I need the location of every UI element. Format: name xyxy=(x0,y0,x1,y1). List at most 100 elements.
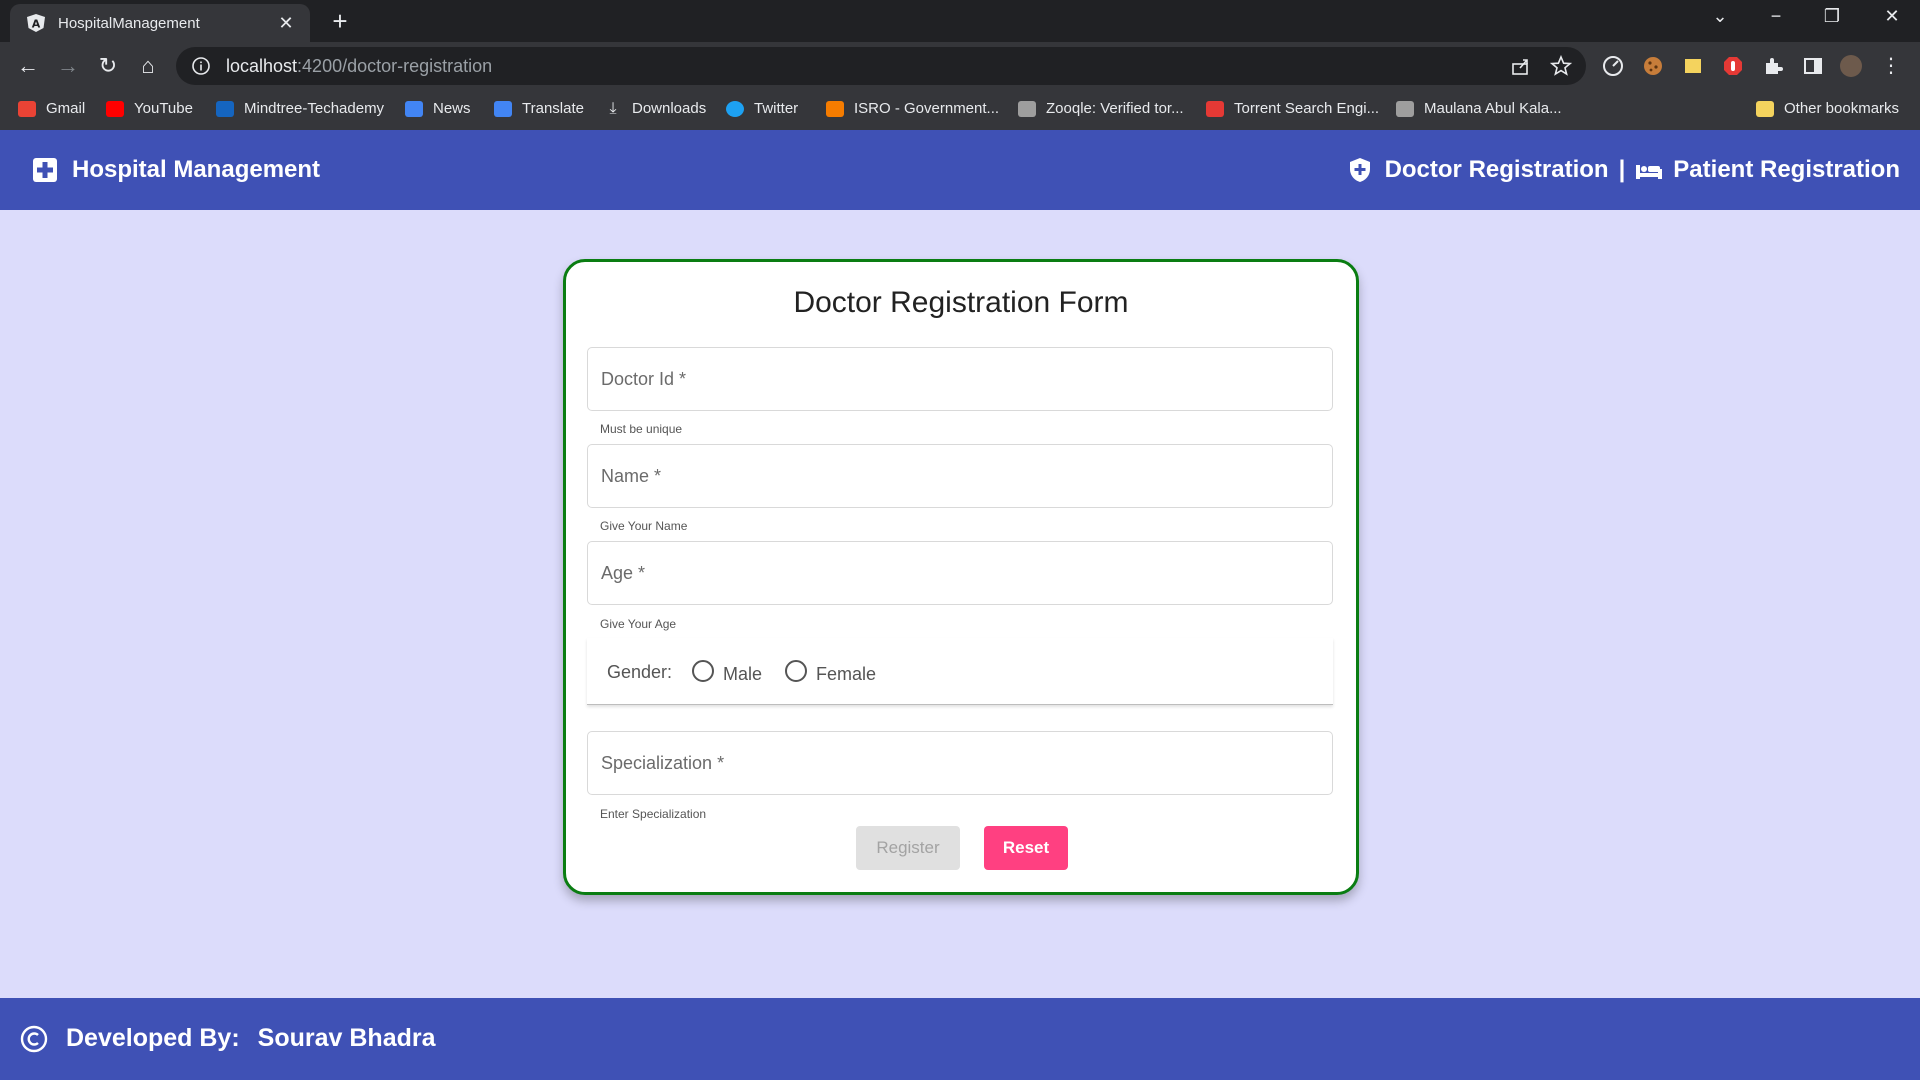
bookmark-label: Torrent Search Engi... xyxy=(1234,100,1380,117)
bookmark-label: ISRO - Government... xyxy=(854,100,1000,117)
browser-tab[interactable]: A HospitalManagement ✕ xyxy=(10,4,310,42)
doctor-id-field[interactable]: Doctor Id * xyxy=(587,347,1333,411)
bookmark-youtube[interactable]: YouTube xyxy=(106,100,193,117)
side-panel-icon[interactable] xyxy=(1802,55,1824,77)
other-bookmarks-label: Other bookmarks xyxy=(1784,100,1900,117)
site-info-icon[interactable] xyxy=(190,55,212,77)
youtube-icon xyxy=(106,100,124,117)
browser-toolbar: ← → ↻ ⌂ localhost:4200/doctor-registrati… xyxy=(0,42,1920,90)
new-tab-button[interactable]: + xyxy=(326,8,354,36)
gender-group: Gender: Male Female xyxy=(587,638,1333,705)
svg-text:A: A xyxy=(32,18,41,31)
app-footer: Developed By: Sourav Bhadra xyxy=(0,998,1920,1080)
name-field[interactable]: Name * xyxy=(587,444,1333,508)
close-tab-icon[interactable]: ✕ xyxy=(276,13,296,33)
bookmark-zooqle[interactable]: Zooqle: Verified tor... xyxy=(1018,100,1184,117)
back-button[interactable]: ← xyxy=(14,52,42,80)
name-label: Name * xyxy=(601,466,662,486)
bookmark-downloads[interactable]: ⤓ Downloads xyxy=(604,100,706,117)
specialization-field[interactable]: Specialization * xyxy=(587,731,1333,795)
folder-icon xyxy=(1756,100,1774,117)
doctor-registration-card: Doctor Registration Form Doctor Id * Mus… xyxy=(563,259,1359,895)
specialization-label: Specialization * xyxy=(601,753,725,773)
restore-button[interactable]: ❐ xyxy=(1812,6,1852,27)
home-button[interactable]: ⌂ xyxy=(134,52,162,80)
bookmark-label: Twitter xyxy=(754,100,799,117)
name-hint: Give Your Name xyxy=(600,519,688,533)
nav-separator: | xyxy=(1618,156,1626,183)
bookmark-gmail[interactable]: Gmail xyxy=(18,100,85,117)
top-nav: Doctor Registration | Patient Registrati… xyxy=(1347,156,1900,184)
torrent-icon xyxy=(1206,100,1224,117)
specialization-hint: Enter Specialization xyxy=(600,807,707,821)
hospital-icon xyxy=(32,157,58,183)
bookmark-mindtree[interactable]: Mindtree-Techademy xyxy=(216,100,384,117)
close-window-button[interactable]: ✕ xyxy=(1872,6,1912,27)
angular-icon: A xyxy=(26,13,46,33)
bookmark-twitter[interactable]: Twitter xyxy=(726,100,798,117)
bookmark-label: News xyxy=(433,100,471,117)
browser-tab-bar: A HospitalManagement ✕ + ⌄ − ❐ ✕ xyxy=(0,0,1920,42)
isro-icon xyxy=(826,100,844,117)
developer-name: Sourav Bhadra xyxy=(257,1024,436,1052)
brand-title: Hospital Management xyxy=(72,156,321,183)
nav-doctor-registration[interactable]: Doctor Registration xyxy=(1385,156,1609,184)
share-icon[interactable] xyxy=(1510,55,1532,77)
bookmark-isro[interactable]: ISRO - Government... xyxy=(826,100,999,117)
copyright-icon xyxy=(20,1025,48,1053)
bookmark-label: Gmail xyxy=(46,100,86,117)
url-host: localhost xyxy=(226,55,298,76)
doctor-id-label: Doctor Id * xyxy=(601,369,687,389)
gender-label: Gender: xyxy=(607,662,673,682)
doctor-id-hint: Must be unique xyxy=(600,422,683,436)
cookie-icon[interactable] xyxy=(1642,55,1664,77)
minimize-button[interactable]: − xyxy=(1756,6,1796,27)
extensions-puzzle-icon[interactable] xyxy=(1762,55,1784,77)
bookmark-star-icon[interactable] xyxy=(1549,54,1573,77)
news-icon xyxy=(405,100,423,117)
male-label[interactable]: Male xyxy=(723,664,762,685)
menu-kebab-icon[interactable]: ⋮ xyxy=(1880,55,1902,77)
bookmark-news[interactable]: News xyxy=(405,100,471,117)
extension-gauge-icon[interactable] xyxy=(1602,55,1624,77)
bookmark-translate[interactable]: Translate xyxy=(494,100,584,117)
nav-patient-registration[interactable]: Patient Registration xyxy=(1673,156,1900,184)
app-header: Hospital Management Doctor Registration … xyxy=(0,130,1920,210)
bookmark-label: Translate xyxy=(522,100,584,117)
register-button[interactable]: Register xyxy=(856,826,960,870)
address-bar[interactable]: localhost:4200/doctor-registration xyxy=(176,47,1586,85)
brand[interactable]: Hospital Management xyxy=(32,156,320,184)
female-radio[interactable] xyxy=(785,660,807,682)
shield-icon xyxy=(1347,157,1373,183)
bookmark-label: Zooqle: Verified tor... xyxy=(1046,100,1184,117)
bookmark-maulana[interactable]: Maulana Abul Kala... xyxy=(1396,100,1562,117)
adblock-icon[interactable] xyxy=(1722,55,1744,77)
bed-icon xyxy=(1635,157,1663,183)
zooqle-icon xyxy=(1018,100,1036,117)
tab-title: HospitalManagement xyxy=(58,14,200,32)
gmail-icon xyxy=(18,100,36,117)
translate-icon xyxy=(494,100,512,117)
forward-button[interactable]: → xyxy=(54,52,82,80)
mindtree-icon xyxy=(216,100,234,117)
reload-button[interactable]: ↻ xyxy=(94,52,122,80)
age-hint: Give Your Age xyxy=(600,617,677,631)
female-label[interactable]: Female xyxy=(816,664,876,685)
avatar[interactable] xyxy=(1840,55,1862,77)
url-path: :4200/doctor-registration xyxy=(297,55,493,76)
url-text[interactable]: localhost:4200/doctor-registration xyxy=(226,56,492,77)
age-label: Age * xyxy=(601,563,646,583)
reset-button[interactable]: Reset xyxy=(984,826,1068,870)
bookmark-label: Maulana Abul Kala... xyxy=(1424,100,1562,117)
bookmark-label: YouTube xyxy=(134,100,193,117)
bookmark-label: Downloads xyxy=(632,100,707,117)
form-title: Doctor Registration Form xyxy=(793,286,1129,319)
age-field[interactable]: Age * xyxy=(587,541,1333,605)
download-icon: ⤓ xyxy=(609,99,617,117)
other-bookmarks[interactable]: Other bookmarks xyxy=(1756,100,1899,117)
tab-search-icon[interactable]: ⌄ xyxy=(1700,6,1740,27)
bookmark-label: Mindtree-Techademy xyxy=(244,100,385,117)
notes-icon[interactable] xyxy=(1682,55,1704,77)
bookmark-torrent[interactable]: Torrent Search Engi... xyxy=(1206,100,1379,117)
male-radio[interactable] xyxy=(692,660,714,682)
